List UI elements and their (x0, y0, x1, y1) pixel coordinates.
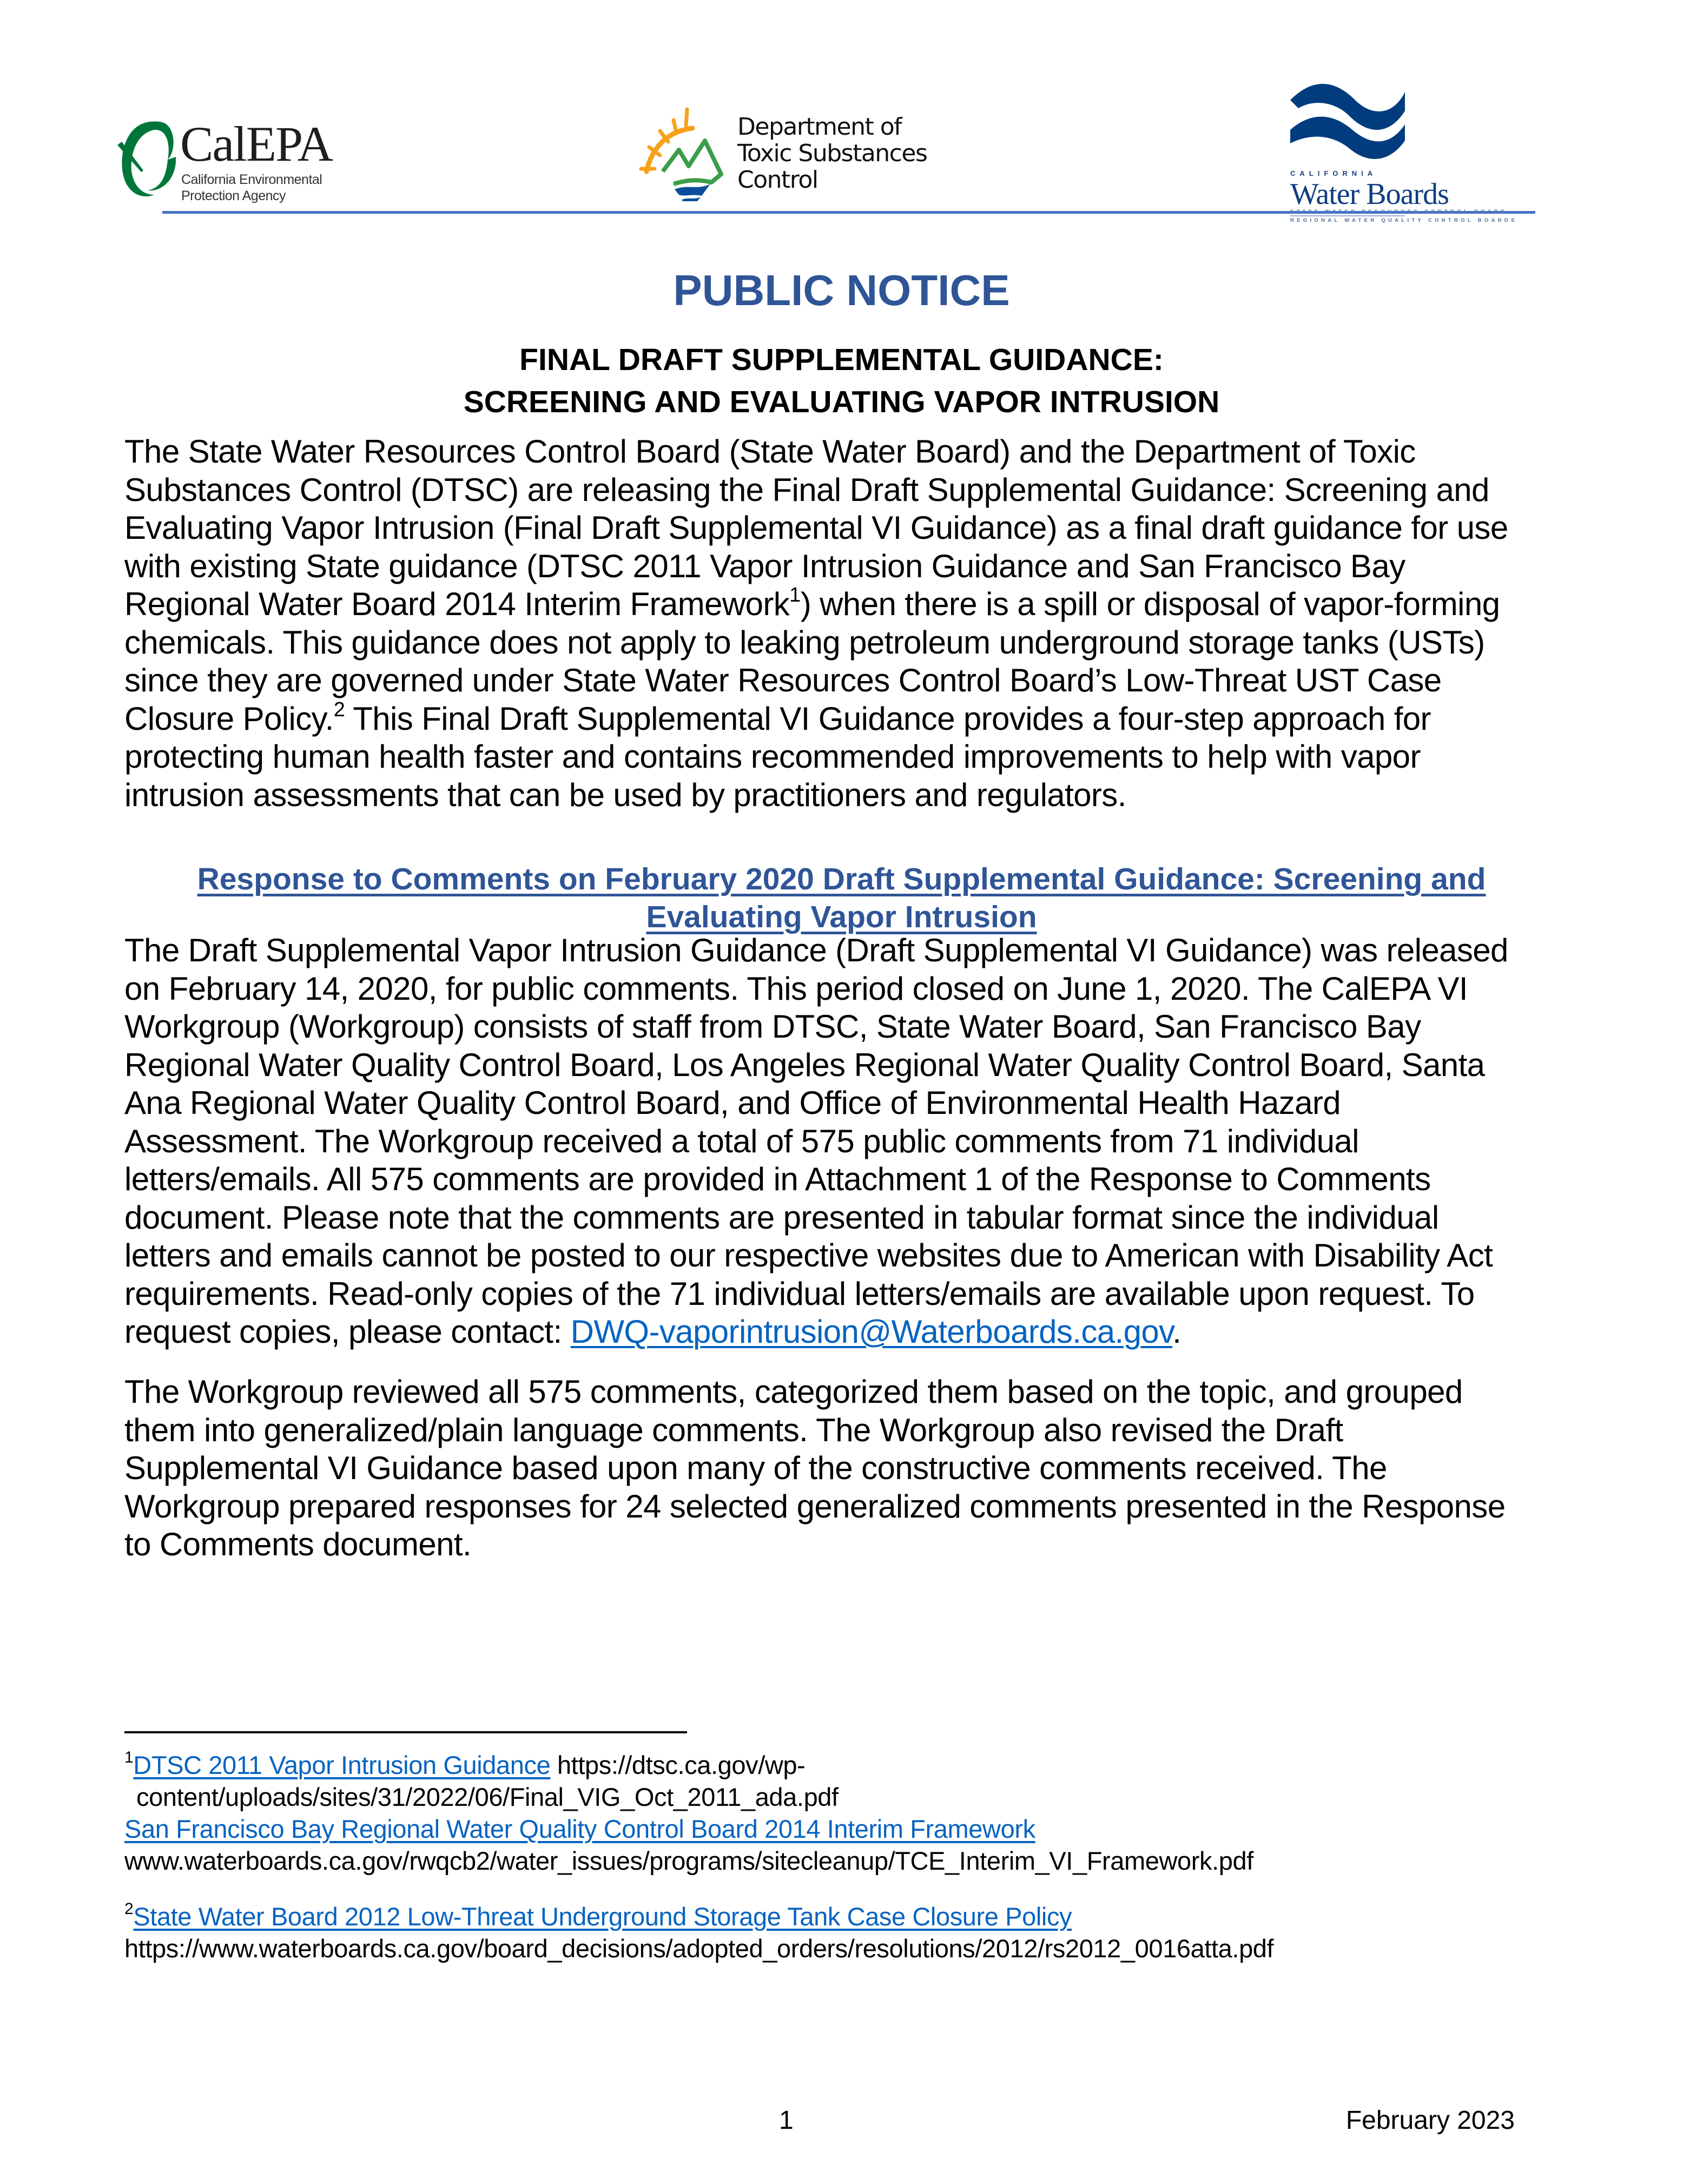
text-line: letters/emails. All 575 comments are pro… (124, 1161, 1431, 1197)
text-line: Workgroup prepared responses for 24 sele… (124, 1488, 1506, 1525)
header-divider (162, 211, 1535, 214)
text-line: Workgroup (Workgroup) consists of staff … (124, 1008, 1421, 1045)
text-line: Supplemental VI Guidance based upon many… (124, 1450, 1387, 1486)
text-segment: Closure Policy. (124, 700, 334, 737)
subtitle-line-2: SCREENING AND EVALUATING VAPOR INTRUSION (463, 385, 1220, 419)
page-title: PUBLIC NOTICE (673, 266, 1010, 314)
calepa-leaf-icon (117, 121, 176, 197)
text-line: letters and emails cannot be posted to o… (124, 1237, 1493, 1274)
text-line: Assessment. The Workgroup received a tot… (124, 1123, 1359, 1159)
footnote-2: 2State Water Board 2012 Low-Threat Under… (124, 1901, 1563, 1964)
text-line: with existing State guidance (DTSC 2011 … (124, 547, 1405, 584)
subtitle-line-1: FINAL DRAFT SUPPLEMENTAL GUIDANCE: (519, 342, 1164, 377)
dtsc-guidance-link[interactable]: DTSC 2011 Vapor Intrusion Guidance (133, 1751, 550, 1779)
dtsc-wordmark: Department of Toxic Substances Control (737, 113, 928, 194)
dtsc-line-1: Department of (737, 113, 902, 141)
text-line: Substances Control (DTSC) are releasing … (124, 471, 1489, 508)
text-line: The State Water Resources Control Board … (124, 433, 1416, 470)
intro-paragraph: The State Water Resources Control Board … (124, 433, 1563, 814)
calepa-subtitle-1: California Environmental (181, 172, 322, 187)
review-paragraph: The Workgroup reviewed all 575 comments,… (124, 1373, 1563, 1564)
ust-closure-policy-link[interactable]: State Water Board 2012 Low-Threat Underg… (133, 1902, 1072, 1931)
text-line: The Draft Supplemental Vapor Intrusion G… (124, 932, 1508, 968)
footnote-url: www.waterboards.ca.gov/rwqcb2/water_issu… (124, 1846, 1253, 1875)
footnote-url: content/uploads/sites/31/2022/06/Final_V… (136, 1783, 839, 1811)
footnote-ref-1[interactable]: 1 (789, 584, 801, 606)
footnote-1: 1DTSC 2011 Vapor Intrusion Guidance http… (124, 1749, 1563, 1877)
text-line: Closure Policy.2 This Final Draft Supple… (124, 700, 1563, 738)
sf-bay-framework-link[interactable]: San Francisco Bay Regional Water Quality… (124, 1814, 1035, 1843)
page-number: 1 (779, 2106, 794, 2135)
text-line: document. Please note that the comments … (124, 1199, 1439, 1236)
footnote-number: 1 (124, 1748, 134, 1767)
footnote-line: 1DTSC 2011 Vapor Intrusion Guidance http… (124, 1749, 1563, 1781)
footnote-separator (124, 1731, 687, 1733)
footnote-url: https://www.waterboards.ca.gov/board_dec… (124, 1934, 1274, 1963)
calepa-wordmark: CalEPA (180, 116, 333, 171)
text-line: to Comments document. (124, 1526, 472, 1562)
dtsc-line-2: Toxic Substances (737, 140, 928, 167)
text-line: them into generalized/plain language com… (124, 1411, 1343, 1448)
footnote-url: https://dtsc.ca.gov/wp- (550, 1751, 806, 1779)
document-page: CalEPA California Environmental Protecti… (0, 0, 1683, 2184)
text-segment: ) when there is a spill or disposal of v… (800, 586, 1500, 622)
text-segment: request copies, please contact: (124, 1314, 571, 1350)
text-line: Ana Regional Water Quality Control Board… (124, 1085, 1341, 1121)
text-line: chemicals. This guidance does not apply … (124, 624, 1485, 661)
text-line: intrusion assessments that can be used b… (124, 776, 1126, 813)
text-segment: Regional Water Board 2014 Interim Framew… (124, 586, 790, 622)
water-boards-divider (1290, 215, 1405, 216)
dtsc-sun-mountain-icon (639, 107, 723, 201)
footnote-ref-2[interactable]: 2 (334, 698, 345, 721)
text-line: on February 14, 2020, for public comment… (124, 970, 1468, 1007)
footnote-number: 2 (124, 1900, 134, 1918)
text-line: Regional Water Board 2014 Interim Framew… (124, 585, 1563, 624)
water-boards-state: CALIFORNIA (1290, 169, 1377, 177)
text-segment: This Final Draft Supplemental VI Guidanc… (345, 700, 1431, 737)
comments-paragraph: The Draft Supplemental Vapor Intrusion G… (124, 932, 1563, 1351)
text-line: Evaluating Vapor Intrusion (Final Draft … (124, 510, 1508, 546)
page-date: February 2023 (1345, 2106, 1515, 2135)
text-line: requirements. Read-only copies of the 71… (124, 1275, 1475, 1312)
footnote-line: San Francisco Bay Regional Water Quality… (124, 1813, 1563, 1845)
calepa-subtitle-2: Protection Agency (181, 188, 286, 203)
text-segment: . (1172, 1314, 1182, 1350)
text-line: request copies, please contact: DWQ-vapo… (124, 1313, 1563, 1351)
dtsc-logo: Department of Toxic Substances Control (630, 93, 982, 201)
response-to-comments-link[interactable]: Response to Comments on February 2020 Dr… (0, 860, 1683, 898)
water-boards-wordmark: Water Boards (1290, 177, 1449, 211)
text-line: protecting human health faster and conta… (124, 738, 1421, 775)
footnote-line: 2State Water Board 2012 Low-Threat Under… (124, 1901, 1563, 1932)
calepa-logo: CalEPA California Environmental Protecti… (116, 119, 333, 206)
text-line: since they are governed under State Wate… (124, 662, 1442, 698)
text-line: Regional Water Quality Control Board, Lo… (124, 1046, 1485, 1083)
water-boards-sub-2: REGIONAL WATER QUALITY CONTROL BOARDS (1290, 217, 1517, 223)
dtsc-line-3: Control (737, 166, 819, 194)
contact-email-link[interactable]: DWQ-vaporintrusion@Waterboards.ca.gov (571, 1314, 1173, 1350)
water-waves-icon (1290, 84, 1405, 159)
response-to-comments-link-line-2[interactable]: Evaluating Vapor Intrusion (0, 898, 1683, 936)
water-boards-logo: CALIFORNIA Water Boards STATE WATER RESO… (1290, 78, 1528, 223)
text-line: The Workgroup reviewed all 575 comments,… (124, 1374, 1463, 1410)
